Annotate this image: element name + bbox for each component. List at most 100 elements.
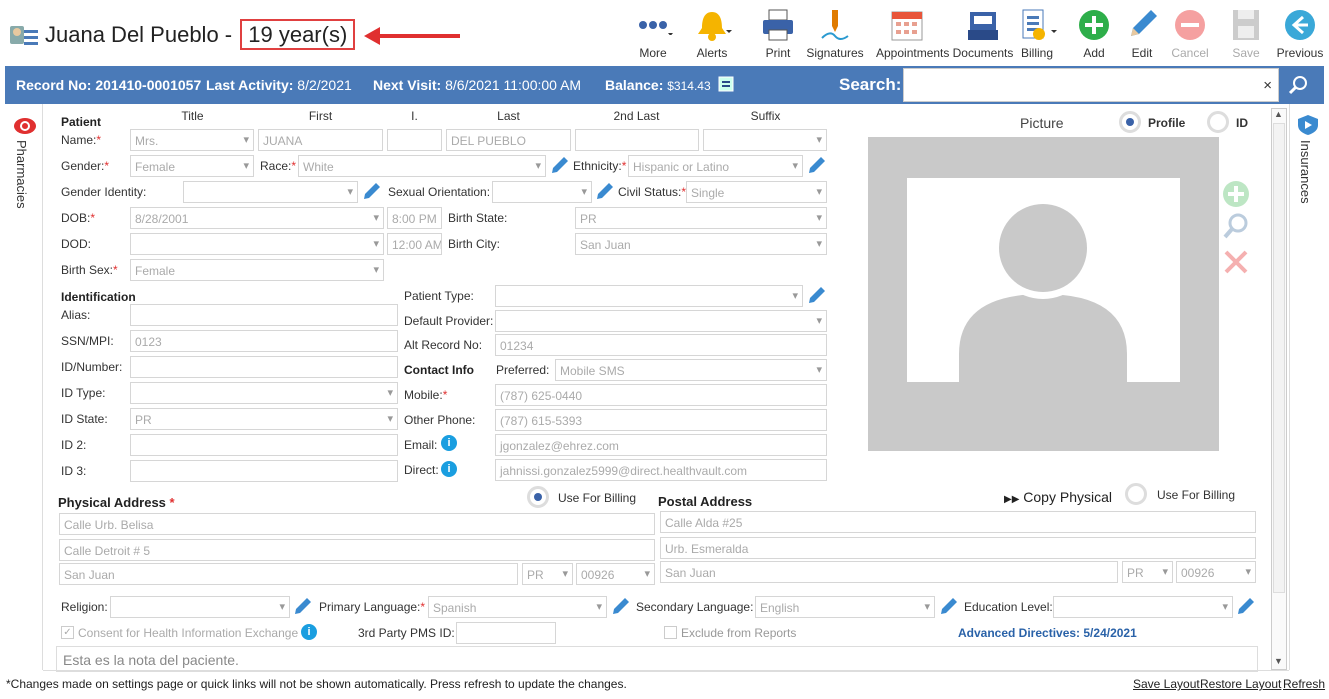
search-input[interactable]: × [903, 68, 1279, 102]
consent-info-icon[interactable]: i [301, 624, 317, 640]
patient-type-select[interactable] [495, 285, 803, 307]
direct-input[interactable]: jahnissi.gonzalez5999@direct.healthvault… [495, 459, 827, 481]
religion-edit-pencil-icon[interactable] [294, 597, 312, 620]
primary-language-edit-pencil-icon[interactable] [612, 597, 630, 620]
ssn-input[interactable]: 0123 [130, 330, 398, 352]
suffix-select[interactable] [703, 129, 827, 151]
toolbar-billing-button[interactable]: Billing [1006, 8, 1068, 60]
toolbar-more-button[interactable]: More [622, 8, 684, 60]
email-info-icon[interactable]: i [441, 435, 457, 451]
scrollbar-thumb[interactable] [1273, 123, 1285, 593]
gender-identity-edit-pencil-icon[interactable] [363, 182, 381, 205]
education-level-select[interactable] [1053, 596, 1233, 618]
alias-input[interactable] [130, 304, 398, 326]
id-number-input[interactable] [130, 356, 398, 378]
refresh-link[interactable]: Refresh [1283, 677, 1325, 691]
dod-time-input[interactable]: 12:00 AM [387, 233, 442, 255]
id3-input[interactable] [130, 460, 398, 482]
balance-ledger-icon[interactable] [717, 75, 735, 96]
religion-select[interactable] [110, 596, 290, 618]
scroll-down-icon[interactable]: ▼ [1274, 656, 1283, 666]
postal-zip-select[interactable]: 00926 [1176, 561, 1256, 583]
secondary-language-edit-pencil-icon[interactable] [940, 597, 958, 620]
sexual-orientation-select[interactable] [492, 181, 592, 203]
last-name-input[interactable]: DEL PUEBLO [446, 129, 571, 151]
physical-line2-input[interactable]: Calle Detroit # 5 [59, 539, 655, 561]
id-state-select[interactable]: PR [130, 408, 398, 430]
birth-state-select[interactable]: PR [575, 207, 827, 229]
birth-city-select[interactable]: San Juan [575, 233, 827, 255]
toolbar-save-button[interactable]: Save [1215, 8, 1277, 60]
copy-physical-button[interactable]: ▶▶ Copy Physical [1004, 489, 1112, 505]
dob-time-input[interactable]: 8:00 PM [387, 207, 442, 229]
toolbar-appointments-button[interactable]: Appointments [876, 8, 949, 60]
physical-state-select[interactable]: PR [522, 563, 573, 585]
civil-status-select[interactable]: Single [686, 181, 827, 203]
toolbar-signatures-button[interactable]: Signatures [804, 8, 866, 60]
profile-radio[interactable] [1119, 111, 1141, 133]
pharmacy-eye-icon[interactable] [13, 116, 37, 141]
ethnicity-select[interactable]: Hispanic or Latino [628, 155, 803, 177]
col-last: Last [497, 109, 520, 123]
dob-date-input[interactable]: 8/28/2001 [130, 207, 384, 229]
scroll-up-icon[interactable]: ▲ [1274, 109, 1283, 119]
save-layout-link[interactable]: Save Layout [1133, 677, 1200, 691]
postal-state-select[interactable]: PR [1122, 561, 1173, 583]
consent-checkbox[interactable]: ✓ [61, 626, 74, 639]
toolbar-previous-button[interactable]: Previous [1269, 8, 1329, 60]
zoom-picture-icon[interactable] [1222, 212, 1250, 245]
birth-sex-select[interactable]: Female [130, 259, 384, 281]
direct-info-icon[interactable]: i [441, 461, 457, 477]
gender-select[interactable]: Female [130, 155, 254, 177]
title-select[interactable]: Mrs. [130, 129, 254, 151]
id2-input[interactable] [130, 434, 398, 456]
ethnicity-edit-pencil-icon[interactable] [808, 156, 826, 179]
gender-identity-select[interactable] [183, 181, 358, 203]
advanced-directives-link[interactable]: Advanced Directives: 5/24/2021 [958, 626, 1137, 640]
main-scrollbar[interactable]: ▲ ▼ [1271, 108, 1287, 670]
restore-layout-link[interactable]: Restore Layout [1200, 677, 1281, 691]
search-clear-button[interactable]: × [1263, 77, 1272, 94]
race-edit-pencil-icon[interactable] [551, 156, 569, 179]
toolbar-cancel-button[interactable]: Cancel [1159, 8, 1221, 60]
search-icon[interactable] [1287, 74, 1309, 101]
mobile-input[interactable]: (787) 625-0440 [495, 384, 827, 406]
postal-city-input[interactable]: San Juan [660, 561, 1118, 583]
add-picture-icon[interactable] [1222, 180, 1250, 213]
exclude-reports-checkbox[interactable] [664, 626, 677, 639]
sexual-orientation-edit-pencil-icon[interactable] [596, 182, 614, 205]
alt-record-input[interactable]: 01234 [495, 334, 827, 356]
first-name-input[interactable]: JUANA [258, 129, 383, 151]
id-radio[interactable] [1207, 111, 1229, 133]
patient-type-edit-pencil-icon[interactable] [808, 286, 826, 309]
toolbar-alerts-button[interactable]: Alerts [681, 8, 743, 60]
dod-date-input[interactable] [130, 233, 384, 255]
preferred-contact-select[interactable]: Mobile SMS [555, 359, 827, 381]
patient-note-input[interactable]: Esta es la nota del paciente. [56, 646, 1258, 672]
delete-picture-icon[interactable] [1222, 248, 1250, 281]
postal-use-billing-radio[interactable] [1125, 483, 1147, 505]
insurances-shield-icon[interactable] [1297, 114, 1319, 141]
postal-line2-input[interactable]: Urb. Esmeralda [660, 537, 1256, 559]
dob-label: DOB:* [61, 211, 96, 225]
education-level-edit-pencil-icon[interactable] [1237, 597, 1255, 620]
postal-line1-input[interactable]: Calle Alda #25 [660, 511, 1256, 533]
pharmacies-tab[interactable]: Pharmacies [14, 140, 29, 209]
email-input[interactable]: jgonzalez@ehrez.com [495, 434, 827, 456]
physical-use-billing-radio[interactable] [527, 486, 549, 508]
id-type-select[interactable] [130, 382, 398, 404]
physical-zip-select[interactable]: 00926 [576, 563, 655, 585]
initial-input[interactable] [387, 129, 442, 151]
race-select[interactable]: White [298, 155, 546, 177]
second-last-input[interactable] [575, 129, 699, 151]
toolbar-print-button[interactable]: Print [747, 8, 809, 60]
default-provider-select[interactable] [495, 310, 827, 332]
toolbar-documents-button[interactable]: Documents [952, 8, 1014, 60]
other-phone-input[interactable]: (787) 615-5393 [495, 409, 827, 431]
third-party-input[interactable] [456, 622, 556, 644]
physical-city-input[interactable]: San Juan [59, 563, 518, 585]
secondary-language-select[interactable]: English [755, 596, 935, 618]
primary-language-select[interactable]: Spanish [428, 596, 607, 618]
insurances-tab[interactable]: Insurances [1298, 140, 1313, 204]
physical-line1-input[interactable]: Calle Urb. Belisa [59, 513, 655, 535]
